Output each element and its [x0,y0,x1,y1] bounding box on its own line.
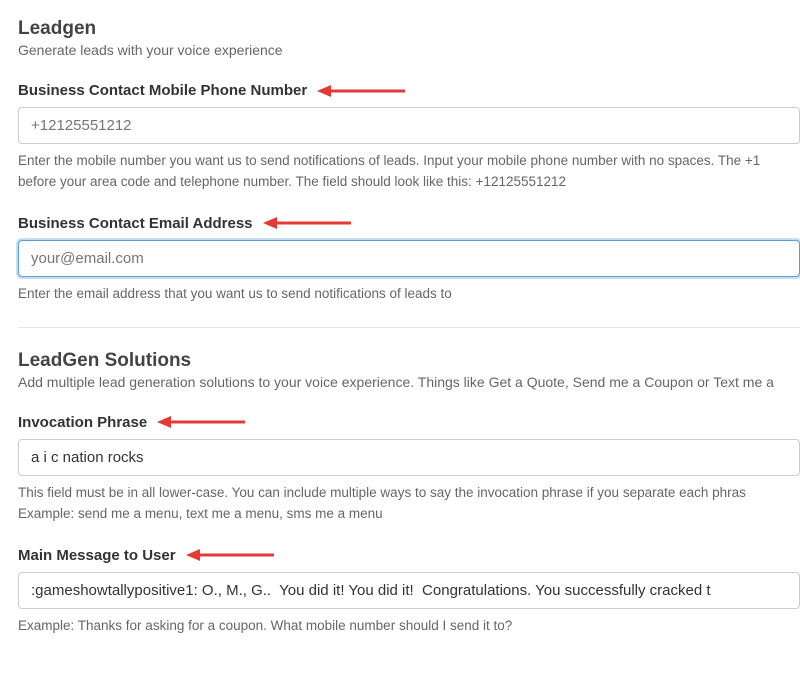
phone-label: Business Contact Mobile Phone Number [18,82,307,99]
annotation-arrow-icon [157,415,247,429]
email-label: Business Contact Email Address [18,215,253,232]
leadgen-title: Leadgen [18,18,800,40]
main-message-field-group: Main Message to User Example: Thanks for… [18,547,800,637]
annotation-arrow-icon [317,84,407,98]
leadgen-subtitle: Generate leads with your voice experienc… [18,42,800,58]
solutions-title: LeadGen Solutions [18,350,800,372]
email-field-group: Business Contact Email Address Enter the… [18,215,800,305]
phone-help-text: Enter the mobile number you want us to s… [18,151,800,193]
main-message-input[interactable] [18,572,800,609]
phone-label-row: Business Contact Mobile Phone Number [18,82,800,99]
leadgen-section: Leadgen Generate leads with your voice e… [18,18,800,305]
email-input[interactable] [18,240,800,277]
invocation-label-row: Invocation Phrase [18,414,800,431]
invocation-help-text: This field must be in all lower-case. Yo… [18,483,800,525]
annotation-arrow-icon [263,216,353,230]
main-message-help-text: Example: Thanks for asking for a coupon.… [18,616,800,637]
email-help-text: Enter the email address that you want us… [18,284,800,305]
invocation-label: Invocation Phrase [18,414,147,431]
solutions-section: LeadGen Solutions Add multiple lead gene… [18,350,800,637]
phone-field-group: Business Contact Mobile Phone Number Ent… [18,82,800,193]
main-message-label-row: Main Message to User [18,547,800,564]
invocation-input[interactable] [18,439,800,476]
solutions-subtitle: Add multiple lead generation solutions t… [18,374,800,390]
section-divider [18,327,800,328]
phone-input[interactable] [18,107,800,144]
main-message-label: Main Message to User [18,547,176,564]
annotation-arrow-icon [186,548,276,562]
invocation-field-group: Invocation Phrase This field must be in … [18,414,800,525]
email-label-row: Business Contact Email Address [18,215,800,232]
